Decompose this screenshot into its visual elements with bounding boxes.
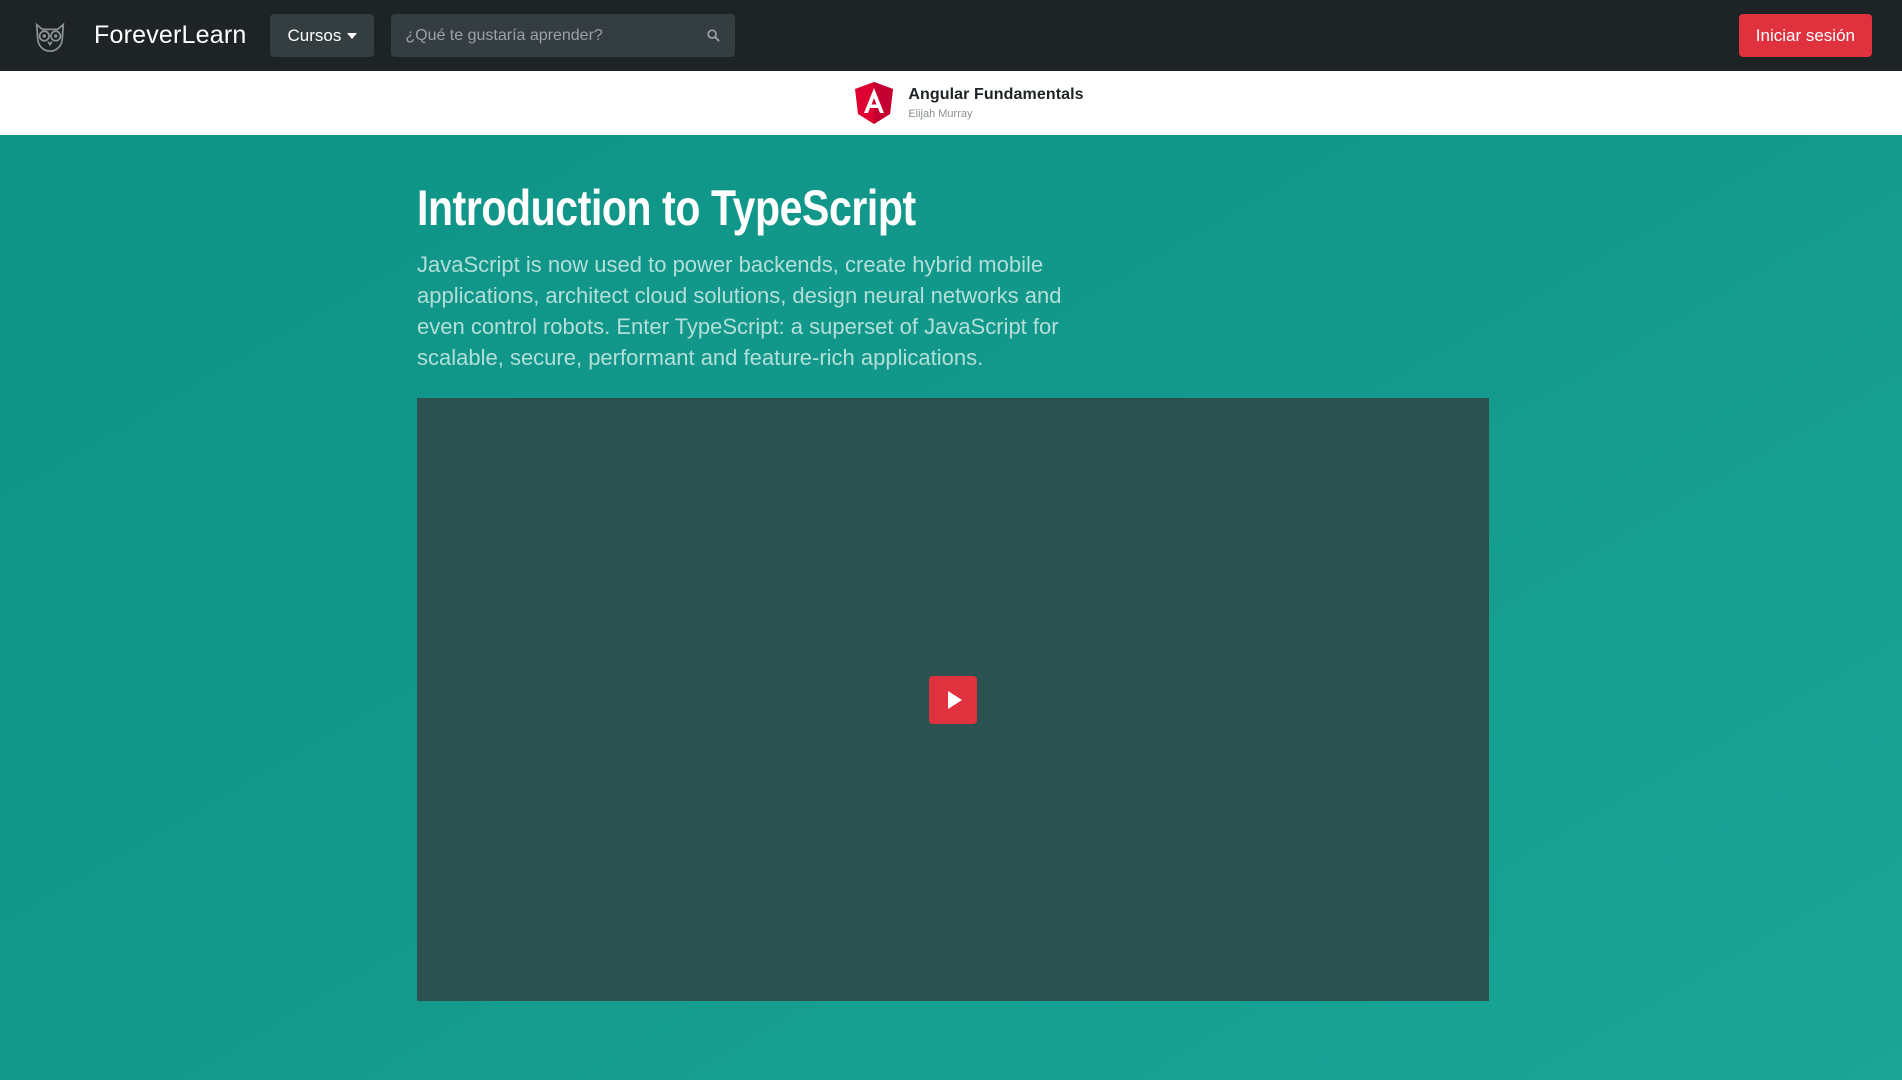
lesson-description: JavaScript is now used to power backends… <box>417 252 1062 370</box>
login-button[interactable]: Iniciar sesión <box>1738 14 1872 57</box>
course-info: Angular Fundamentals Elijah Murray <box>908 86 1083 120</box>
play-button[interactable] <box>929 676 977 724</box>
top-navbar: ForeverLearn Cursos Iniciar sesión <box>0 0 1902 71</box>
owl-logo-icon[interactable] <box>30 16 70 56</box>
angular-logo-icon <box>855 82 894 124</box>
course-author: Elijah Murray <box>908 108 973 120</box>
search-icon[interactable] <box>705 28 721 44</box>
course-title: Angular Fundamentals <box>908 86 1084 103</box>
courses-dropdown-button[interactable]: Cursos <box>270 14 375 57</box>
lesson-title: Introduction to TypeScript <box>417 180 916 236</box>
search-box <box>391 14 736 57</box>
brand-name[interactable]: ForeverLearn <box>94 21 246 50</box>
courses-label: Cursos <box>287 25 342 45</box>
play-icon <box>948 691 962 709</box>
search-input[interactable] <box>405 26 706 45</box>
video-player[interactable] <box>417 398 1489 1001</box>
caret-down-icon <box>347 32 358 39</box>
course-header: Angular Fundamentals Elijah Murray <box>0 71 1902 135</box>
lesson-hero: Introduction to TypeScript JavaScript is… <box>0 135 1902 1080</box>
course-link[interactable]: Angular Fundamentals Elijah Murray <box>854 81 1084 125</box>
